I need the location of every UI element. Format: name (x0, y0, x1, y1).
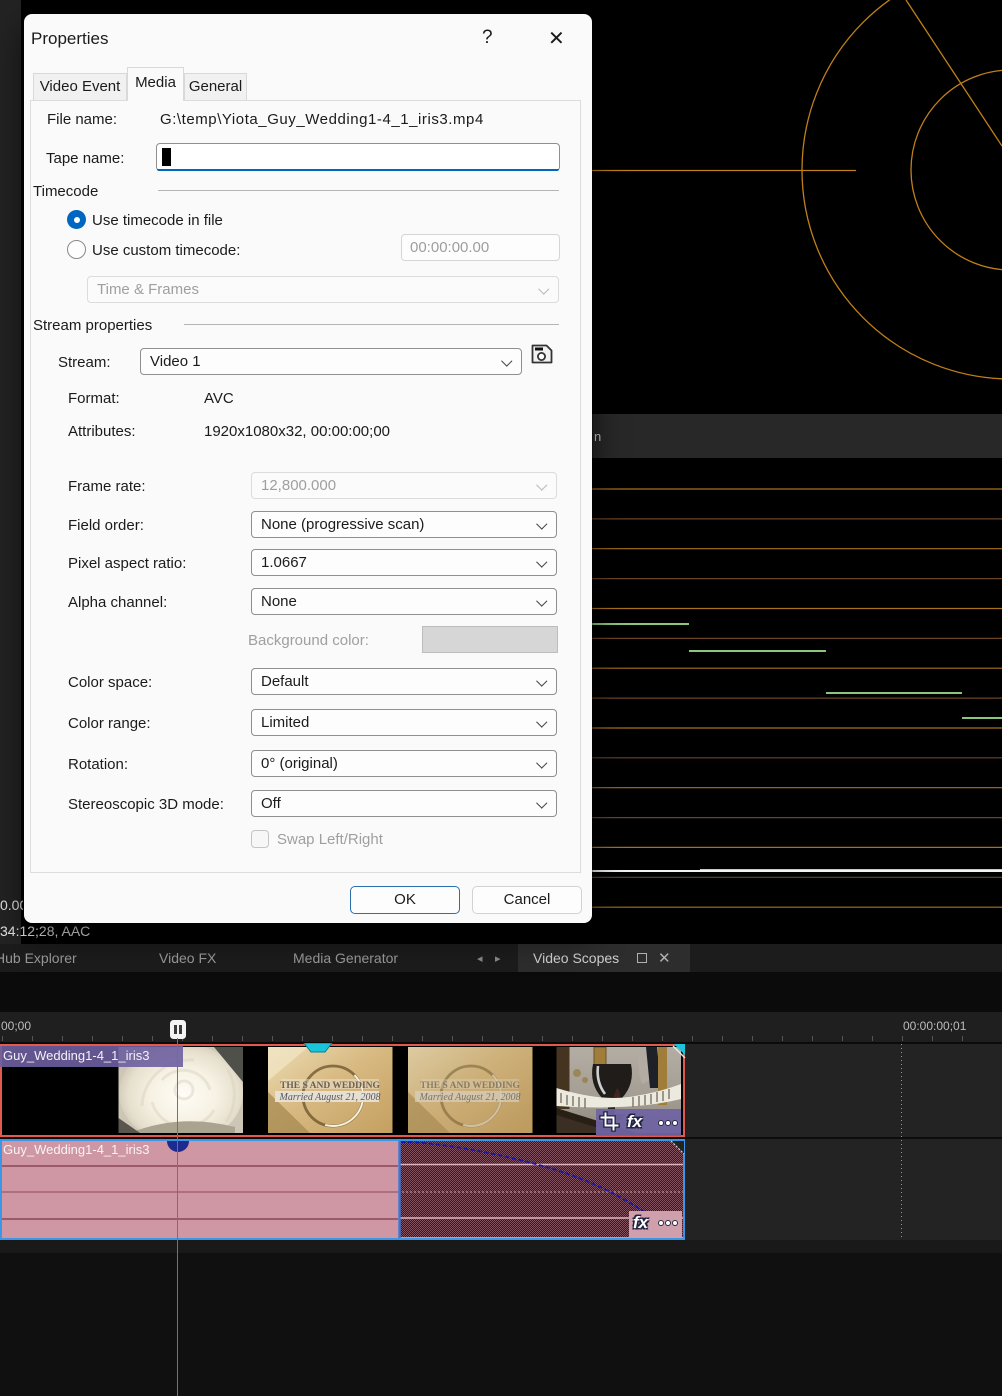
svg-text:Married August 21, 2008: Married August 21, 2008 (279, 1092, 381, 1103)
svg-text:THE S AND WEDDING: THE S AND WEDDING (280, 1081, 380, 1091)
